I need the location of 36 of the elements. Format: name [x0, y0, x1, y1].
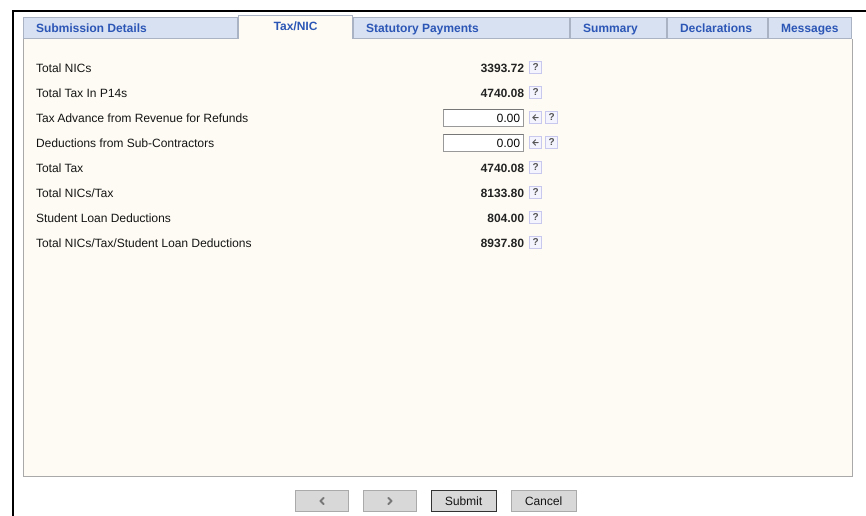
field-label: Tax Advance from Revenue for Refunds: [36, 110, 250, 124]
arrow-left-icon: [531, 113, 540, 122]
tab[interactable]: Submission Details: [23, 17, 238, 39]
amount-value: 3393.72: [480, 60, 524, 74]
field-label: Total Tax: [36, 160, 84, 174]
help-button[interactable]: ?: [529, 211, 542, 224]
amount-field[interactable]: 0.00: [443, 108, 524, 126]
tab[interactable]: Summary: [570, 17, 667, 39]
action-button[interactable]: Cancel: [510, 490, 576, 512]
amount-value: 804.00: [486, 210, 524, 224]
help-button[interactable]: ?: [529, 161, 542, 174]
field-label: Total Tax In P14s: [36, 86, 128, 100]
field-label: Deductions from Sub-Contractors: [36, 136, 216, 150]
amount-value: 4740.08: [480, 160, 524, 174]
tab[interactable]: Declarations: [667, 17, 768, 39]
help-button[interactable]: ?: [545, 111, 558, 124]
field-label: Total NICs/Tax/Student Loan Deductions: [36, 236, 252, 250]
copy-arrow-button[interactable]: [529, 111, 542, 124]
field-label: Total NICs: [36, 60, 92, 74]
help-button[interactable]: ?: [529, 186, 542, 199]
help-button[interactable]: ?: [545, 136, 558, 149]
help-button[interactable]: ?: [529, 86, 542, 99]
help-button[interactable]: ?: [529, 236, 542, 249]
tab[interactable]: Tax/NIC: [238, 15, 353, 39]
amount-value: 8937.80: [480, 236, 524, 250]
copy-arrow-button[interactable]: [529, 136, 542, 149]
tab[interactable]: Statutory Payments: [353, 17, 570, 39]
field-label: Student Loan Deductions: [36, 210, 172, 224]
tab[interactable]: Messages: [768, 17, 852, 39]
arrow-left-icon: [531, 138, 540, 147]
action-button[interactable]: Submit: [430, 490, 496, 512]
amount-value: 8133.80: [480, 186, 524, 200]
amount-field[interactable]: 0.00: [443, 134, 524, 152]
help-button[interactable]: ?: [529, 61, 542, 74]
field-label: Total NICs/Tax: [36, 186, 114, 200]
amount-value: 4740.08: [480, 86, 524, 100]
